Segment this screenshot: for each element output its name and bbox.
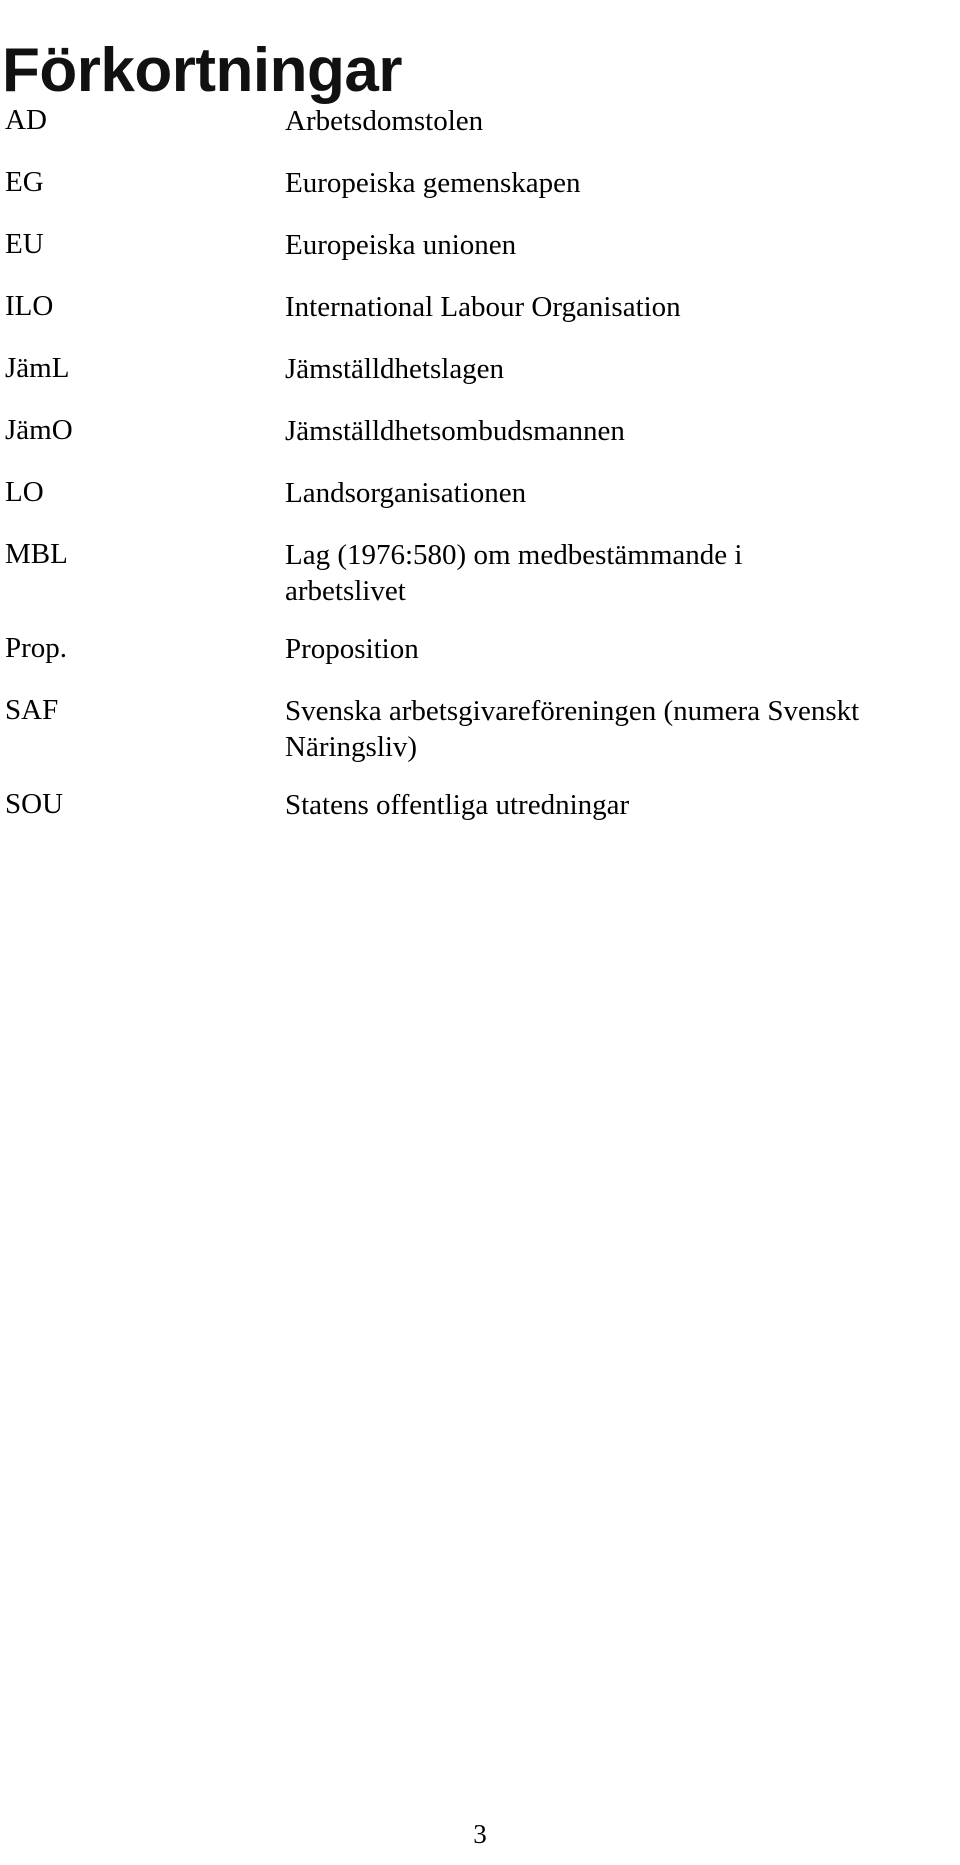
abbreviation-term: ILO (5, 290, 54, 322)
abbreviation-row: SAF Svenska arbetsgivareföreningen (numer… (0, 693, 960, 765)
abbreviation-row: JämO Jämställdhetsombudsmannen (0, 413, 960, 449)
abbreviation-definition: Europeiska unionen (280, 227, 960, 263)
abbreviation-row: LO Landsorganisationen (0, 475, 960, 511)
abbreviation-definition-line: Europeiska gemenskapen (285, 167, 581, 199)
abbreviation-row: JämL Jämställdhetslagen (0, 351, 960, 387)
abbreviation-definition: Lag (1976:580) om medbestämmande i arbets… (280, 537, 960, 609)
abbreviation-term: LO (5, 476, 44, 508)
abbreviation-row: AD Arbetsdomstolen (0, 103, 960, 139)
page-number: 3 (473, 1819, 487, 1849)
abbreviation-term: JämO (5, 414, 73, 446)
abbreviation-term: MBL (5, 538, 68, 570)
page-title: Förkortningar (2, 35, 402, 105)
abbreviation-term: JämL (5, 352, 70, 384)
abbreviation-definition-line: Statens offentliga utredningar (285, 789, 630, 821)
document-page: Förkortningar AD Arbetsdomstolen EG Europei… (0, 0, 960, 1865)
abbreviation-definition: Landsorganisationen (280, 475, 960, 511)
abbreviation-definition: Svenska arbetsgivareföreningen (numera S… (280, 693, 960, 765)
abbreviation-row: EG Europeiska gemenskapen (0, 165, 960, 201)
abbreviation-definition-line: Europeiska unionen (285, 229, 517, 261)
abbreviation-definition: Arbetsdomstolen (280, 103, 960, 139)
abbreviation-list: AD Arbetsdomstolen EG Europeiska gemenskape… (0, 103, 960, 849)
abbreviation-definition-line: Jämställdhetsombudsmannen (285, 415, 625, 447)
abbreviation-definition-line: arbetslivet (285, 575, 406, 607)
abbreviation-term: SOU (5, 788, 64, 820)
abbreviation-definition: Jämställdhetsombudsmannen (280, 413, 960, 449)
abbreviation-definition-line: Svenska arbetsgivareföreningen (numera S… (285, 695, 860, 727)
abbreviation-definition: Europeiska gemenskapen (280, 165, 960, 201)
abbreviation-row: SOU Statens offentliga utredningar (0, 787, 960, 823)
abbreviation-row: Prop. Proposition (0, 631, 960, 667)
abbreviation-term: SAF (5, 694, 59, 726)
abbreviation-definition: Statens offentliga utredningar (280, 787, 960, 823)
abbreviation-row: EU Europeiska unionen (0, 227, 960, 263)
abbreviation-definition: International Labour Organisation (280, 289, 960, 325)
abbreviation-term: EU (5, 228, 44, 260)
abbreviation-definition: Jämställdhetslagen (280, 351, 960, 387)
abbreviation-row: MBL Lag (1976:580) om medbestämmande i arb… (0, 537, 960, 609)
abbreviation-term: AD (5, 104, 47, 136)
abbreviation-definition-line: Proposition (285, 633, 419, 665)
abbreviation-definition-line: International Labour Organisation (285, 291, 681, 323)
abbreviation-definition-line: Näringsliv) (285, 731, 418, 763)
abbreviation-term: EG (5, 166, 44, 198)
abbreviation-definition-line: Arbetsdomstolen (285, 105, 484, 137)
abbreviation-term: Prop. (5, 632, 68, 664)
abbreviation-definition-line: Jämställdhetslagen (285, 353, 505, 385)
abbreviation-definition-line: Landsorganisationen (285, 477, 527, 509)
abbreviation-row: ILO International Labour Organisation (0, 289, 960, 325)
abbreviation-definition-line: Lag (1976:580) om medbestämmande i (285, 539, 743, 571)
abbreviation-definition: Proposition (280, 631, 960, 667)
